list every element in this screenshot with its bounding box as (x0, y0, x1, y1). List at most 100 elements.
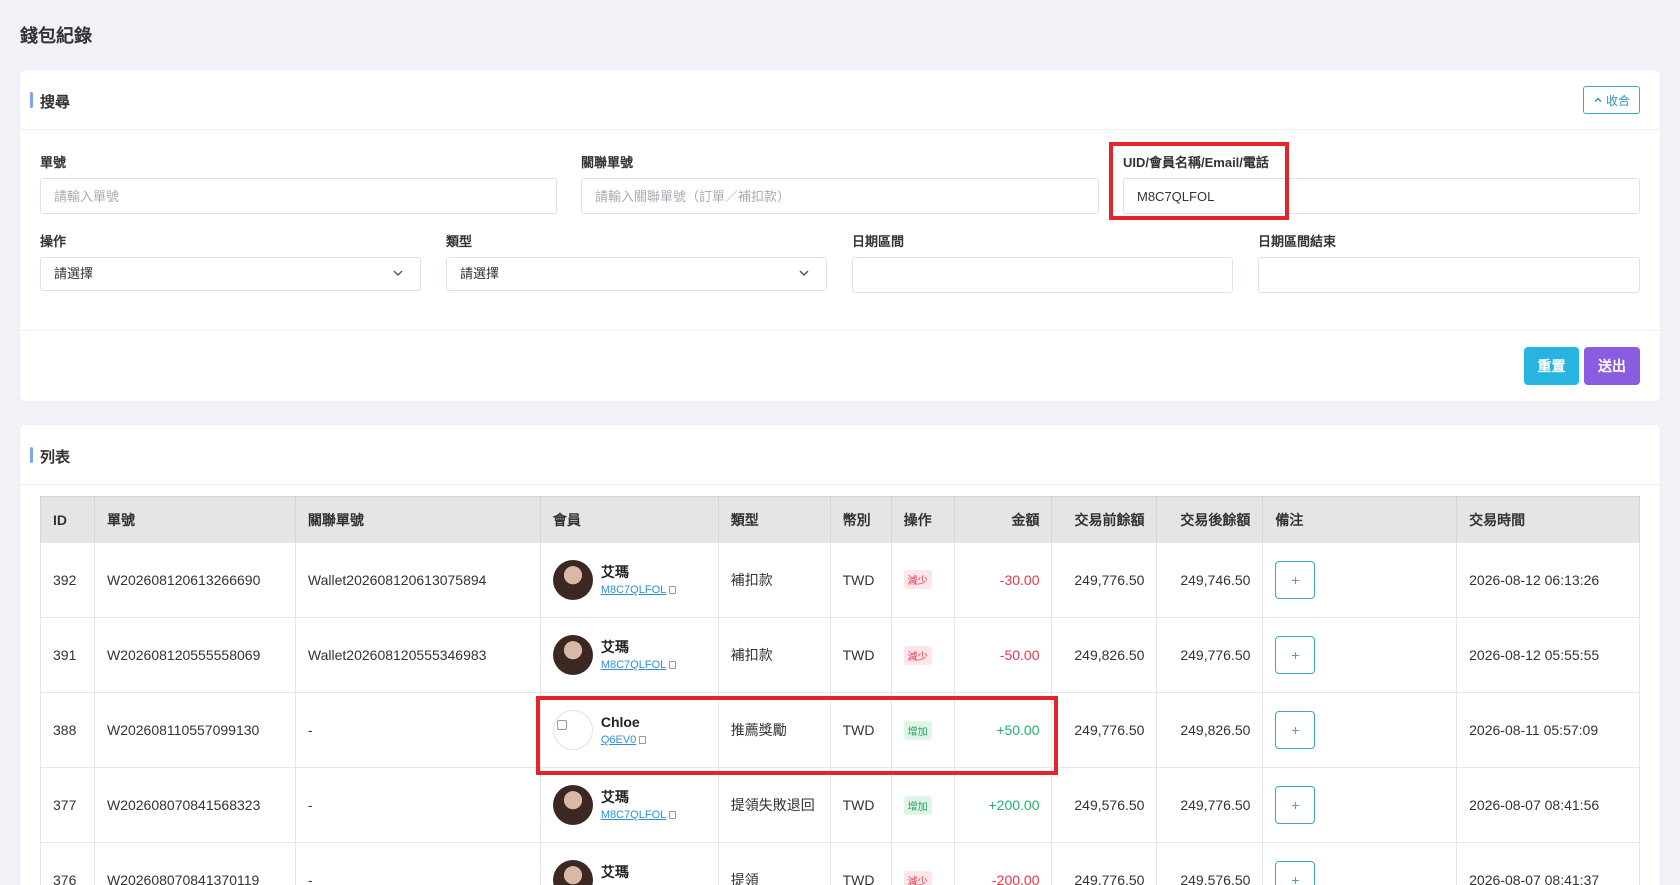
cell-time: 2026-08-07 08:41:56 (1456, 767, 1640, 843)
member-name: Chloe (600, 714, 640, 730)
column-header[interactable]: 操作 (891, 496, 955, 543)
list-card-header: 列表 (20, 425, 1660, 485)
cell-currency: TWD (830, 692, 892, 768)
avatar (552, 710, 593, 750)
cell-balance-after: 249,576.50 (1156, 842, 1264, 885)
add-note-button[interactable]: + (1275, 861, 1316, 885)
cell-type: 推薦獎勵 (718, 692, 831, 768)
wallet-table: ID 單號 關聯單號 會員 類型 幣別 操作 金額 交易前餘額 交易後餘額 備注… (40, 496, 1640, 885)
add-note-button[interactable]: + (1275, 711, 1316, 749)
copy-icon[interactable] (669, 661, 677, 669)
cell-member: Chloe Q6EV0 (540, 692, 719, 768)
cell-balance-before: 249,776.50 (1051, 542, 1158, 618)
cell-note: + (1262, 767, 1458, 843)
column-header[interactable]: 金額 (954, 496, 1053, 543)
table-row: 376 W202608070841370119 - 艾瑪 M8C7QLFOL 提… (40, 842, 1640, 885)
cell-currency: TWD (830, 542, 892, 618)
operation-badge: 增加 (903, 720, 932, 740)
operation-label: 操作 (40, 234, 67, 249)
date-range-end-input[interactable] (1258, 257, 1640, 293)
avatar (552, 559, 593, 600)
cell-amount: -50.00 (954, 617, 1053, 693)
cell-currency: TWD (830, 767, 892, 843)
column-header[interactable]: 會員 (540, 496, 719, 543)
section-accent-bar (30, 92, 33, 108)
member-uid: Q6EV0 (600, 734, 637, 746)
cell-operation: 增加 (891, 692, 955, 768)
cell-amount: -200.00 (954, 842, 1053, 885)
cell-balance-after: 249,776.50 (1156, 767, 1264, 843)
member-uid-link[interactable]: Q6EV0 (600, 734, 647, 746)
search-card-header: 搜尋 收合 (20, 70, 1660, 130)
member-uid-link[interactable]: M8C7QLFOL (601, 584, 677, 596)
column-header[interactable]: 交易後餘額 (1156, 496, 1264, 543)
column-header[interactable]: 交易時間 (1456, 496, 1640, 543)
column-header[interactable]: ID (40, 496, 95, 543)
member-name: 艾瑪 (600, 789, 629, 805)
cell-operation: 減少 (891, 617, 955, 693)
cell-currency: TWD (830, 842, 892, 885)
uid-input[interactable] (1123, 178, 1640, 214)
column-header[interactable]: 單號 (94, 496, 296, 543)
plus-icon: + (1291, 872, 1300, 885)
column-header[interactable]: 幣別 (830, 496, 892, 543)
cell-amount: +50.00 (954, 692, 1053, 768)
member-name: 艾瑪 (600, 864, 629, 880)
section-accent-bar (30, 447, 33, 463)
cell-type: 補扣款 (718, 542, 831, 618)
add-note-button[interactable]: + (1275, 560, 1316, 599)
cell-type: 提領失敗退回 (718, 767, 831, 843)
cell-amount: +200.00 (954, 767, 1053, 843)
cell-order-no: W202608120555558069 (94, 617, 296, 693)
copy-icon[interactable] (669, 585, 677, 594)
cell-operation: 減少 (891, 542, 955, 618)
avatar (552, 635, 593, 675)
related-no-input[interactable] (581, 178, 1099, 214)
add-note-button[interactable]: + (1275, 786, 1316, 824)
cell-member: 艾瑪 M8C7QLFOL (540, 617, 719, 693)
plus-icon: + (1291, 797, 1300, 813)
cell-balance-after: 249,746.50 (1156, 542, 1264, 618)
collapse-button[interactable]: 收合 (1583, 86, 1640, 114)
member-name: 艾瑪 (600, 639, 629, 655)
cell-note: + (1262, 842, 1458, 885)
copy-icon[interactable] (669, 811, 677, 819)
cell-order-no: W202608110557099130 (94, 692, 296, 768)
chevron-down-icon (799, 270, 809, 276)
table-row: 377 W202608070841568323 - 艾瑪 M8C7QLFOL 提… (40, 767, 1640, 843)
copy-icon[interactable] (639, 736, 647, 744)
submit-button[interactable]: 送出 (1584, 347, 1640, 385)
date-range-label: 日期區間 (852, 234, 905, 249)
plus-icon: + (1291, 571, 1300, 588)
cell-currency: TWD (830, 617, 892, 693)
order-no-input[interactable] (40, 178, 557, 214)
avatar (552, 860, 593, 885)
cell-balance-after: 249,776.50 (1156, 617, 1264, 693)
member-uid-link[interactable]: M8C7QLFOL (601, 809, 677, 821)
operation-select[interactable]: 請選擇 (40, 257, 421, 291)
column-header[interactable]: 備注 (1262, 496, 1458, 543)
avatar (552, 785, 593, 825)
divider (20, 330, 1660, 331)
chevron-down-icon (393, 270, 403, 276)
cell-note: + (1262, 542, 1458, 618)
reset-button[interactable]: 重置 (1524, 347, 1579, 385)
cell-related-no: - (295, 842, 541, 885)
uid-label: UID/會員名稱/Email/電話 (1123, 155, 1269, 170)
add-note-button[interactable]: + (1275, 636, 1316, 674)
cell-amount: -30.00 (954, 542, 1053, 618)
operation-select-value: 請選擇 (54, 266, 94, 281)
type-select[interactable]: 請選擇 (446, 257, 827, 291)
column-header[interactable]: 類型 (718, 496, 831, 543)
cell-related-no: - (295, 692, 541, 768)
cell-balance-after: 249,826.50 (1156, 692, 1264, 768)
date-range-end-label: 日期區間結束 (1258, 234, 1337, 249)
table-row: 392 W202608120613266690 Wallet2026081206… (40, 542, 1640, 618)
cell-operation: 減少 (891, 842, 955, 885)
column-header[interactable]: 關聯單號 (295, 496, 541, 543)
search-title: 搜尋 (40, 94, 71, 111)
search-card: 搜尋 收合 單號 關聯單號 UID/會員名稱/Email/電話 操作 請選擇 類… (20, 70, 1660, 401)
column-header[interactable]: 交易前餘額 (1051, 496, 1158, 543)
member-uid-link[interactable]: M8C7QLFOL (601, 659, 677, 671)
date-range-input[interactable] (852, 257, 1233, 293)
